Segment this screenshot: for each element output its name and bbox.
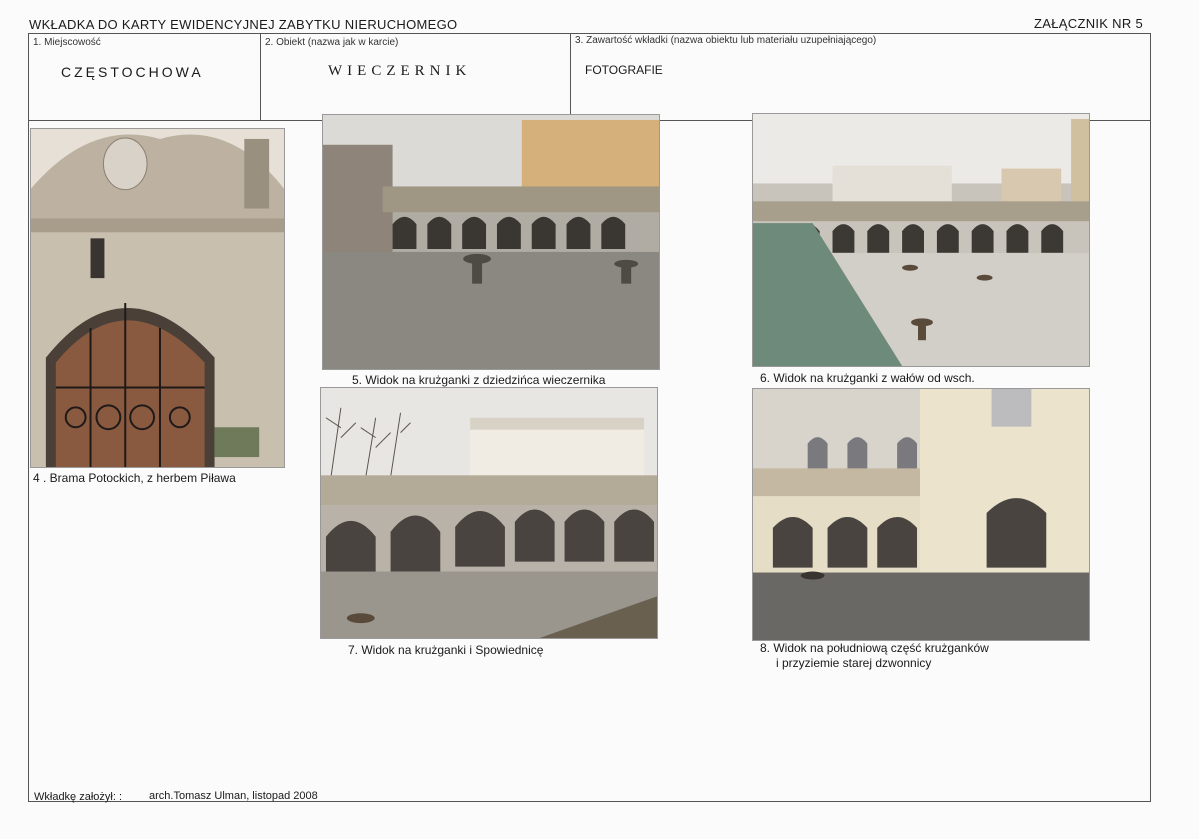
caption-photo-7: 7. Widok na krużganki i Spowiednicę [348,643,544,657]
frame-right-line [1150,33,1151,801]
caption-photo-8-line-1: 8. Widok na południową część krużganków [760,641,989,655]
object-value: WIECZERNIK [328,63,472,79]
frame-left-line [28,33,29,801]
header-col-divider-2 [570,33,571,120]
header-col-divider-1 [260,33,261,120]
author-label: Wkładkę założył: : [34,791,123,803]
content-value: FOTOGRAFIE [585,63,663,77]
locality-value: CZĘSTOCHOWA [61,64,204,80]
photo-courtyard [322,114,660,370]
content-label: 3. Zawartość wkładki (nazwa obiektu lub … [575,35,877,46]
document-title: WKŁADKA DO KARTY EWIDENCYJNEJ ZABYTKU NI… [29,17,458,32]
photo-arcades-confessional [320,387,658,639]
caption-photo-5: 5. Widok na krużganki z dziedzińca wiecz… [352,373,606,387]
photo-gate [30,128,285,468]
caption-photo-6: 6. Widok na krużganki z wałów od wsch. [760,371,975,385]
annex-number: ZAŁĄCZNIK NR 5 [1034,16,1143,31]
photo-ramparts-view [752,113,1090,367]
caption-photo-8-line-2: i przyziemie starej dzwonnicy [776,656,932,670]
photo-southern-arcades [752,388,1090,641]
locality-label: 1. Miejscowość [33,37,101,48]
frame-top-line [28,33,1151,34]
author-value: arch.Tomasz Ulman, listopad 2008 [149,790,318,802]
object-label: 2. Obiekt (nazwa jak w karcie) [265,37,399,48]
caption-photo-4: 4 . Brama Potockich, z herbem Piława [33,471,236,485]
